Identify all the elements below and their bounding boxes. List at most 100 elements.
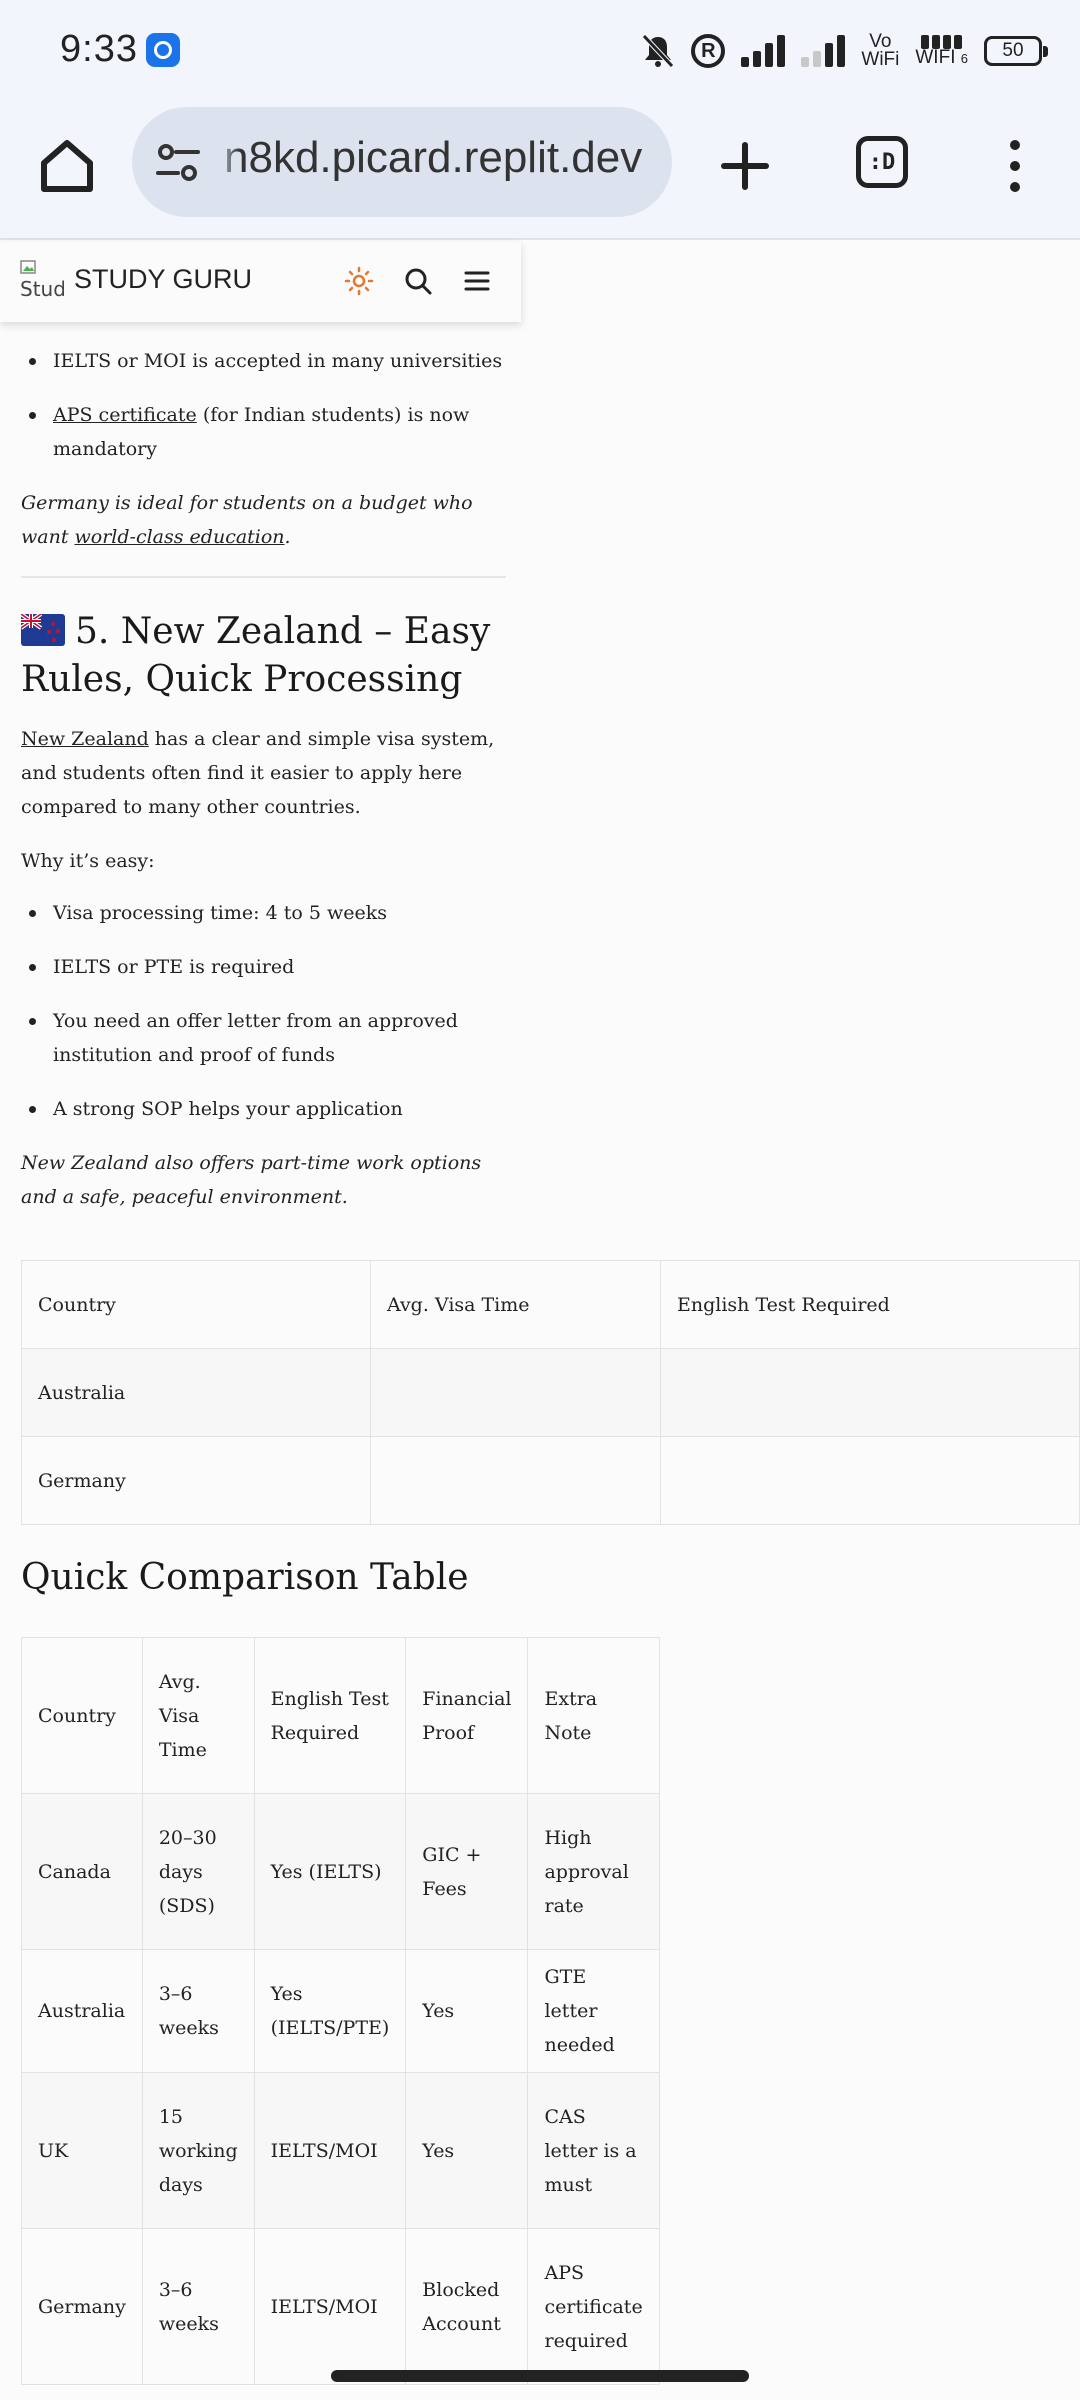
brand-name[interactable]: STUDY GURU: [74, 264, 252, 295]
list-item: Visa processing time: 4 to 5 weeks: [21, 896, 506, 930]
header-cell: Country: [21, 1637, 143, 1794]
signal-sim2-icon: [801, 35, 846, 67]
list-item: You need an offer letter from an approve…: [21, 1004, 506, 1072]
table-cell: [660, 1348, 1080, 1437]
url-text[interactable]: n8kd.picard.replit.dev: [213, 133, 642, 193]
site-logo[interactable]: Stud: [20, 256, 64, 306]
home-icon[interactable]: [36, 135, 98, 197]
more-menu-icon[interactable]: [1000, 135, 1030, 197]
list-item-text: IELTS or MOI is accepted in many univers…: [53, 350, 503, 372]
table-cell: Germany: [21, 1436, 371, 1525]
table-cell: [660, 1436, 1080, 1525]
battery-level: 50: [1002, 40, 1024, 61]
status-bar: 9:33 R Vo WiFi WIFI 6 50: [0, 0, 1080, 105]
world-class-education-link[interactable]: world-class education: [75, 526, 285, 548]
table-row: Germany: [21, 1436, 1080, 1525]
search-icon[interactable]: [401, 264, 435, 298]
registered-icon: R: [691, 34, 726, 68]
table-cell: Canada: [21, 1793, 143, 1950]
table-cell: Blocked Account: [405, 2228, 529, 2385]
table-row: Germany 3–6 weeks IELTS/MOI Blocked Acco…: [21, 2228, 660, 2385]
germany-requirements-list: IELTS or MOI is accepted in many univers…: [21, 344, 506, 466]
nz-reasons-list: Visa processing time: 4 to 5 weeks IELTS…: [21, 896, 506, 1126]
new-tab-icon[interactable]: [714, 135, 776, 197]
table-row: Australia: [21, 1348, 1080, 1437]
messenger-notification-icon: [146, 33, 180, 67]
hamburger-menu-icon[interactable]: [460, 264, 494, 298]
article-content: IELTS or MOI is accepted in many univers…: [21, 322, 506, 1214]
theme-toggle-sun-icon[interactable]: [342, 264, 376, 298]
table-cell: 3–6 weeks: [141, 2228, 255, 2385]
table-cell: 20–30 days (SDS): [141, 1793, 255, 1950]
list-item: IELTS or MOI is accepted in many univers…: [21, 344, 506, 378]
broken-image-icon: [20, 260, 36, 274]
partial-comparison-table: Country Avg. Visa Time English Test Requ…: [21, 1260, 1080, 1525]
tab-switcher-label: :D: [868, 149, 896, 175]
table-cell: Australia: [21, 1949, 143, 2073]
tab-switcher-button[interactable]: :D: [856, 136, 908, 188]
section-divider: [21, 576, 506, 578]
aps-certificate-link[interactable]: APS certificate: [53, 404, 197, 426]
germany-closing: Germany is ideal for students on a budge…: [21, 486, 506, 554]
header-cell: English Test Required: [660, 1260, 1080, 1349]
header-cell: Extra Note: [527, 1637, 660, 1794]
quick-comparison-table: Country Avg. Visa Time English Test Requ…: [21, 1637, 660, 2385]
table-cell: 15 working days: [141, 2072, 255, 2229]
table-cell: APS certificate required: [527, 2228, 660, 2385]
table-row: Australia 3–6 weeks Yes (IELTS/PTE) Yes …: [21, 1949, 660, 2073]
table-cell: GIC + Fees: [405, 1793, 529, 1950]
header-cell: Country: [21, 1260, 371, 1349]
header-cell: Financial Proof: [405, 1637, 529, 1794]
table-cell: CAS letter is a must: [527, 2072, 660, 2229]
wifi-label: WIFI: [915, 46, 956, 68]
list-item: IELTS or PTE is required: [21, 950, 506, 984]
germany-closing-suffix: .: [284, 526, 291, 548]
table-cell: Yes: [405, 1949, 529, 2073]
table-cell: 3–6 weeks: [141, 1949, 255, 2073]
table-cell: Yes: [405, 2072, 529, 2229]
signal-sim1-icon: [741, 35, 786, 67]
table-header-row: Country Avg. Visa Time English Test Requ…: [21, 1260, 1080, 1349]
comparison-title: Quick Comparison Table: [21, 1557, 469, 1598]
table-cell: High approval rate: [527, 1793, 660, 1950]
nz-heading-text: 5. New Zealand – Easy Rules, Quick Proce…: [21, 611, 491, 700]
table-cell: Australia: [21, 1348, 371, 1437]
table-header-row: Country Avg. Visa Time English Test Requ…: [21, 1637, 660, 1794]
table-row: UK 15 working days IELTS/MOI Yes CAS let…: [21, 2072, 660, 2229]
table-cell: Yes (IELTS/PTE): [253, 1949, 407, 2073]
table-cell: UK: [21, 2072, 143, 2229]
new-zealand-flag-icon: [21, 614, 65, 646]
table-cell: Yes (IELTS): [253, 1793, 407, 1950]
battery-icon: 50: [984, 36, 1048, 66]
gesture-nav-bar[interactable]: [331, 2370, 749, 2382]
table-cell: [370, 1436, 661, 1525]
nz-closing: New Zealand also offers part-time work o…: [21, 1152, 482, 1208]
table-cell: [370, 1348, 661, 1437]
clock: 9:33: [60, 28, 138, 70]
new-zealand-link[interactable]: New Zealand: [21, 728, 149, 750]
address-bar[interactable]: n8kd.picard.replit.dev: [132, 107, 672, 217]
header-cell: English Test Required: [253, 1637, 407, 1794]
nz-intro: New Zealand has a clear and simple visa …: [21, 722, 506, 824]
header-cell: Avg. Visa Time: [141, 1637, 255, 1794]
wifi-sub: 6: [960, 50, 968, 66]
system-icons: R Vo WiFi WIFI 6 50: [641, 26, 1048, 76]
vowifi-bottom: WiFi: [861, 49, 900, 70]
table-row: Canada 20–30 days (SDS) Yes (IELTS) GIC …: [21, 1793, 660, 1950]
mute-bell-icon: [642, 34, 675, 68]
nz-heading: 5. New Zealand – Easy Rules, Quick Proce…: [21, 608, 506, 704]
why-easy-label: Why it’s easy:: [21, 850, 155, 872]
table-cell: IELTS/MOI: [253, 2072, 407, 2229]
table-cell: GTE letter needed: [527, 1949, 660, 2073]
browser-toolbar: n8kd.picard.replit.dev :D: [0, 105, 1080, 240]
wifi-icon: WIFI 6: [915, 34, 968, 68]
site-settings-icon[interactable]: [154, 141, 204, 185]
list-item: A strong SOP helps your application: [21, 1092, 506, 1126]
header-cell: Avg. Visa Time: [370, 1260, 661, 1349]
logo-alt-text: Stud: [20, 277, 64, 301]
table-cell: Germany: [21, 2228, 143, 2385]
vowifi-icon: Vo WiFi: [861, 32, 900, 70]
table-cell: IELTS/MOI: [253, 2228, 407, 2385]
site-header: Stud STUDY GURU: [0, 242, 521, 322]
list-item: APS certificate (for Indian students) is…: [21, 398, 506, 466]
